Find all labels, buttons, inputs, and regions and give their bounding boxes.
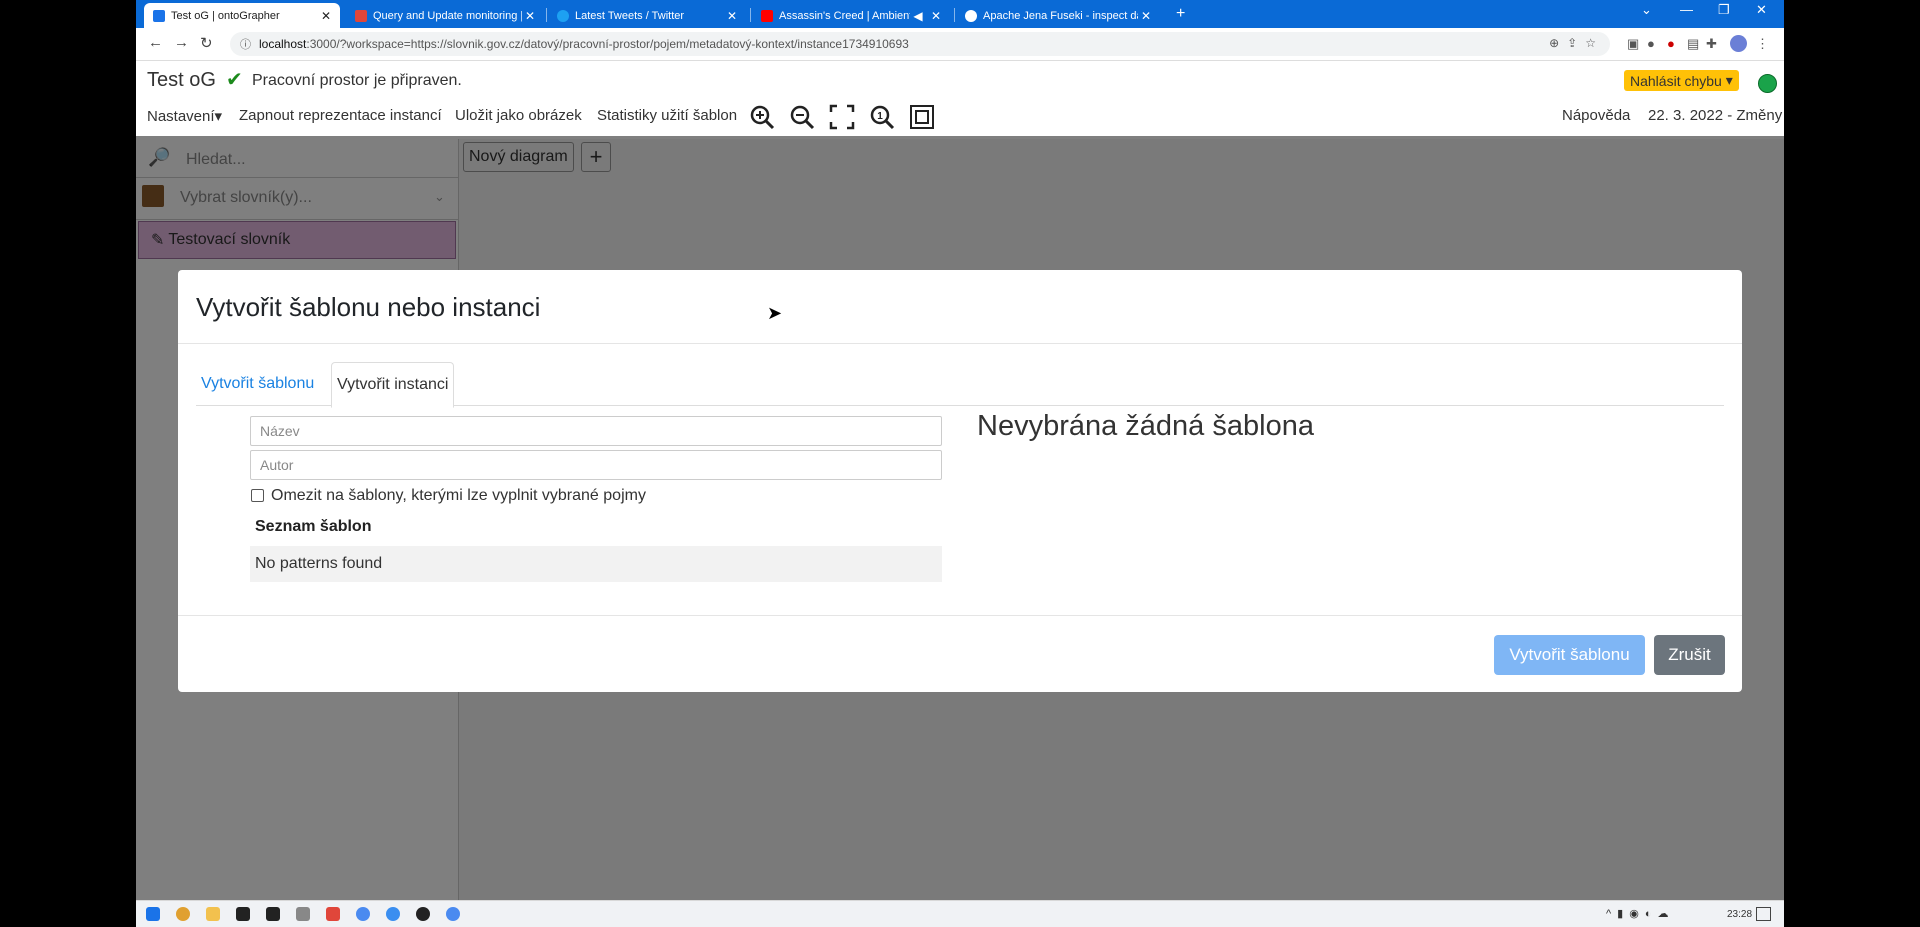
fit-screen-icon[interactable] xyxy=(828,103,856,131)
changelog-link[interactable]: 22. 3. 2022 - Změny xyxy=(1648,107,1782,124)
browser-toolbar: ← → ↻ ⓘ localhost:3000/?workspace=https:… xyxy=(136,28,1784,61)
tab-search-icon[interactable]: ⌄ xyxy=(1641,2,1652,18)
youtube-favicon-icon xyxy=(761,9,773,22)
intellij-icon[interactable] xyxy=(236,907,250,921)
app-icon[interactable] xyxy=(416,907,430,921)
close-window-icon[interactable]: ✕ xyxy=(1756,2,1767,18)
menu-kebab-icon[interactable]: ⋮ xyxy=(1756,36,1769,52)
clock[interactable]: 23:28 xyxy=(1727,909,1752,920)
windows-start-icon[interactable] xyxy=(146,907,160,921)
tab-separator xyxy=(954,8,955,22)
help-link[interactable]: Nápověda xyxy=(1562,107,1630,124)
author-input[interactable]: Autor xyxy=(250,450,942,480)
app-icon[interactable] xyxy=(296,907,310,921)
template-stats-button[interactable]: Statistiky užití šablon xyxy=(597,107,737,124)
extension-icon[interactable]: ▤ xyxy=(1687,36,1699,52)
globe-favicon-icon xyxy=(965,9,977,22)
query-favicon-icon xyxy=(355,9,367,22)
browser-tab-bar: Test oG | ontoGrapher ✕ Query and Update… xyxy=(136,0,1784,28)
extension-icon[interactable]: ▣ xyxy=(1627,36,1639,52)
tab-title: Apache Jena Fuseki - inspect dat xyxy=(983,9,1138,22)
tab-separator xyxy=(750,8,751,22)
omnibox-actions-icon[interactable]: ⊕⇪☆ xyxy=(1549,36,1604,50)
close-tab-icon[interactable]: ✕ xyxy=(724,9,740,23)
chrome-icon[interactable] xyxy=(176,907,190,921)
name-input[interactable]: Název xyxy=(250,416,942,446)
center-diagram-icon[interactable] xyxy=(908,103,936,131)
filter-checkbox-label[interactable]: Omezit na šablony, kterými lze vyplnit v… xyxy=(271,487,646,505)
url-host: localhost xyxy=(259,37,307,51)
extension-icon[interactable]: ● xyxy=(1647,36,1655,51)
report-bug-button[interactable]: Nahlásit chybu ▾ xyxy=(1624,70,1739,91)
cancel-button[interactable]: Zrušit xyxy=(1654,635,1725,675)
file-explorer-icon[interactable] xyxy=(206,907,220,921)
browser-tab-query-monitoring[interactable]: Query and Update monitoring | ✕ xyxy=(346,3,544,28)
back-icon[interactable]: ← xyxy=(148,34,163,51)
app-icon[interactable] xyxy=(326,907,340,921)
system-tray-icons[interactable]: ^▮◉◐☁ xyxy=(1606,907,1674,920)
new-tab-icon[interactable]: + xyxy=(1176,5,1185,23)
chrome-icon[interactable] xyxy=(446,907,460,921)
no-template-selected: Nevybrána žádná šablona xyxy=(977,410,1314,442)
browser-tab-ontographer[interactable]: Test oG | ontoGrapher ✕ xyxy=(144,3,340,28)
speaker-icon[interactable]: ◀ xyxy=(910,9,926,23)
browser-tab-twitter[interactable]: Latest Tweets / Twitter ✕ xyxy=(548,3,746,28)
profile-avatar[interactable] xyxy=(1730,35,1747,52)
tab-title: Query and Update monitoring | xyxy=(373,9,522,22)
create-template-modal: Vytvořit šablonu nebo instanci Vytvořit … xyxy=(178,270,1742,692)
tab-title: Latest Tweets / Twitter xyxy=(575,9,685,22)
tab-create-instance[interactable]: Vytvořit instanci xyxy=(331,362,455,408)
template-list-heading: Seznam šablon xyxy=(255,518,372,535)
zoom-in-icon[interactable] xyxy=(748,103,776,131)
filter-checkbox[interactable] xyxy=(251,489,264,502)
divider xyxy=(178,343,1742,344)
checkmark-icon: ✔ xyxy=(226,69,243,91)
terminal-icon[interactable] xyxy=(266,907,280,921)
extension-icon[interactable]: ● xyxy=(1667,36,1675,51)
mouse-cursor-icon: ➤ xyxy=(767,303,783,323)
zoom-out-icon[interactable] xyxy=(788,103,816,131)
tab-separator xyxy=(546,8,547,22)
svg-text:1: 1 xyxy=(877,111,883,122)
save-image-button[interactable]: Uložit jako obrázek xyxy=(455,107,582,124)
close-tab-icon[interactable]: ✕ xyxy=(928,9,944,23)
close-tab-icon[interactable]: ✕ xyxy=(1138,9,1154,23)
create-template-button[interactable]: Vytvořit šablonu xyxy=(1494,635,1645,675)
toggle-instances-button[interactable]: Zapnout reprezentace instancí xyxy=(239,107,442,124)
report-bug-label: Nahlásit chybu xyxy=(1630,72,1722,89)
address-bar[interactable]: ⓘ localhost:3000/?workspace=https://slov… xyxy=(230,32,1610,56)
settings-label: Nastavení xyxy=(147,108,215,125)
close-tab-icon[interactable]: ✕ xyxy=(318,9,334,23)
site-info-icon[interactable]: ⓘ xyxy=(240,36,251,52)
status-text: Pracovní prostor je připraven. xyxy=(252,72,462,89)
tab-create-template[interactable]: Vytvořit šablonu xyxy=(196,362,319,406)
actual-size-icon[interactable]: 1 xyxy=(868,103,896,131)
close-tab-icon[interactable]: ✕ xyxy=(522,9,538,23)
screen: Test oG | ontoGrapher ✕ Query and Update… xyxy=(136,0,1784,927)
twitter-favicon-icon xyxy=(557,9,569,22)
settings-menu[interactable]: Nastavení▾ xyxy=(147,107,222,125)
chrome-icon[interactable] xyxy=(356,907,370,921)
windows-taskbar: ^▮◉◐☁ 23:28 xyxy=(136,900,1784,927)
restore-icon[interactable]: ❐ xyxy=(1718,2,1730,18)
divider xyxy=(178,615,1742,616)
modal-title: Vytvořit šablonu nebo instanci xyxy=(196,292,541,322)
browser-tab-youtube[interactable]: Assassin's Creed | Ambient S ◀ ✕ xyxy=(752,3,950,28)
forward-icon[interactable]: → xyxy=(174,34,189,51)
reload-icon[interactable]: ↻ xyxy=(200,34,213,52)
app-title: Test oG xyxy=(147,69,216,91)
puzzle-icon[interactable]: ✚ xyxy=(1706,36,1717,52)
url-path: :3000/?workspace=https://slovnik.gov.cz/… xyxy=(306,37,909,51)
ontographer-favicon-icon xyxy=(153,9,165,22)
template-list-empty: No patterns found xyxy=(250,546,942,582)
notifications-icon[interactable] xyxy=(1756,907,1771,921)
minimize-icon[interactable]: — xyxy=(1680,2,1693,17)
tab-title: Test oG | ontoGrapher xyxy=(171,9,280,22)
browser-tab-fuseki[interactable]: Apache Jena Fuseki - inspect dat ✕ xyxy=(956,3,1160,28)
app-icon[interactable] xyxy=(386,907,400,921)
connection-status-icon xyxy=(1758,74,1777,93)
tab-title: Assassin's Creed | Ambient S xyxy=(779,9,910,22)
